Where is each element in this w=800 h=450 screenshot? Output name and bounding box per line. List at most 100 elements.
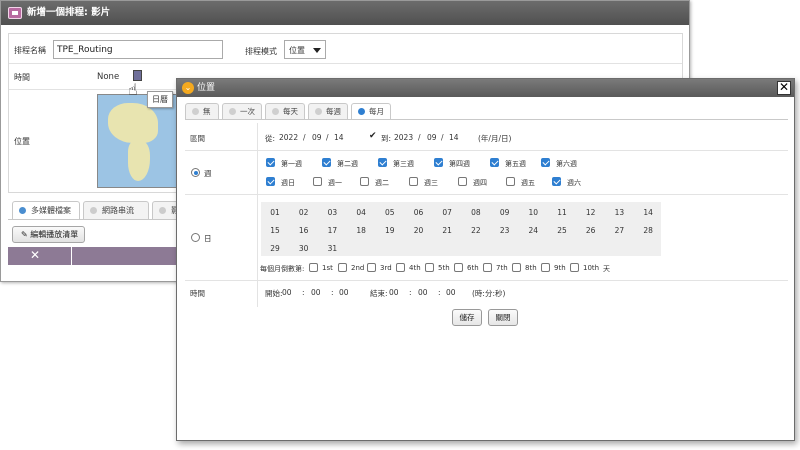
to-year[interactable]: 2023 <box>394 133 413 142</box>
day-cell[interactable]: 07 <box>433 208 461 217</box>
day-cell[interactable]: 26 <box>577 226 605 235</box>
chevron-down-circle-icon[interactable]: ⌄ <box>182 82 194 94</box>
end-second[interactable]: 00 <box>446 288 456 297</box>
day-cell[interactable]: 31 <box>318 244 346 253</box>
day-grid: 01 02 03 04 05 06 07 08 09 10 11 12 13 14 15 16 17 18 19 20… <box>261 202 661 256</box>
day-cell[interactable]: 16 <box>290 226 318 235</box>
week-radio[interactable] <box>191 168 200 177</box>
monday-checkbox[interactable] <box>313 177 322 186</box>
day-cell[interactable]: 22 <box>462 226 490 235</box>
day-cell[interactable]: 14 <box>634 208 662 217</box>
day-cell[interactable]: 10 <box>519 208 547 217</box>
countdown-7-checkbox[interactable] <box>483 263 492 272</box>
start-hour[interactable]: 00 <box>282 288 292 297</box>
day-cell[interactable]: 19 <box>376 226 404 235</box>
day-cell[interactable]: 03 <box>318 208 346 217</box>
window-title: 新增一個排程: 影片 <box>27 7 111 18</box>
countdown-1-checkbox[interactable] <box>309 263 318 272</box>
day-cell[interactable]: 23 <box>491 226 519 235</box>
tab-monthly[interactable]: 每月 <box>351 103 391 120</box>
from-year[interactable]: 2022 <box>279 133 298 142</box>
day-cell[interactable]: 30 <box>290 244 318 253</box>
countdown-2-checkbox[interactable] <box>338 263 347 272</box>
day-cell[interactable]: 17 <box>318 226 346 235</box>
start-minute[interactable]: 00 <box>311 288 321 297</box>
countdown-6-checkbox[interactable] <box>454 263 463 272</box>
countdown-unit: 天 <box>603 265 610 273</box>
to-day[interactable]: 14 <box>449 133 459 142</box>
countdown-8-checkbox[interactable] <box>512 263 521 272</box>
week-2-checkbox[interactable] <box>322 158 331 167</box>
tab-none[interactable]: 無 <box>185 103 219 119</box>
countdown-3-checkbox[interactable] <box>367 263 376 272</box>
radio-dot-icon <box>272 108 279 115</box>
friday-checkbox[interactable] <box>506 177 515 186</box>
mode-select[interactable]: 位置 <box>284 40 326 59</box>
radio-dot-icon <box>19 207 26 214</box>
countdown-5-checkbox[interactable] <box>425 263 434 272</box>
tab-network-stream[interactable]: 網路串流 <box>83 201 149 219</box>
week-4-checkbox[interactable] <box>434 158 443 167</box>
week-3-checkbox[interactable] <box>378 158 387 167</box>
day-cell[interactable]: 09 <box>491 208 519 217</box>
tab-once[interactable]: 一次 <box>222 103 262 119</box>
checkmark-icon[interactable]: ✔ <box>369 131 377 141</box>
date-separator: / <box>441 133 444 142</box>
date-separator: / <box>303 133 306 142</box>
save-button[interactable]: 儲存 <box>452 309 482 326</box>
countdown-6-label: 6th <box>467 264 479 272</box>
x-icon[interactable]: ✕ <box>30 248 40 262</box>
day-cell[interactable]: 02 <box>290 208 318 217</box>
day-cell[interactable]: 04 <box>347 208 375 217</box>
from-month[interactable]: 09 <box>312 133 322 142</box>
tuesday-checkbox[interactable] <box>360 177 369 186</box>
wednesday-checkbox[interactable] <box>409 177 418 186</box>
day-cell[interactable]: 27 <box>605 226 633 235</box>
mode-label: 排程模式 <box>245 47 277 56</box>
countdown-9-checkbox[interactable] <box>541 263 550 272</box>
day-cell[interactable]: 08 <box>462 208 490 217</box>
schedule-name-input[interactable] <box>53 40 223 59</box>
start-second[interactable]: 00 <box>339 288 349 297</box>
day-cell[interactable]: 01 <box>261 208 289 217</box>
edit-playlist-button[interactable]: ✎ 編輯播放清單 <box>12 226 86 243</box>
saturday-checkbox[interactable] <box>552 177 561 186</box>
week-6-checkbox[interactable] <box>541 158 550 167</box>
from-day[interactable]: 14 <box>334 133 344 142</box>
day-cell[interactable]: 13 <box>605 208 633 217</box>
day-radio[interactable] <box>191 233 200 242</box>
sunday-checkbox[interactable] <box>266 177 275 186</box>
day-cell[interactable]: 25 <box>548 226 576 235</box>
close-icon[interactable]: ✕ <box>777 81 791 95</box>
day-cell[interactable]: 12 <box>577 208 605 217</box>
thursday-checkbox[interactable] <box>458 177 467 186</box>
day-cell[interactable]: 24 <box>519 226 547 235</box>
calendar-tooltip: 日曆 <box>147 91 173 108</box>
week-5-checkbox[interactable] <box>490 158 499 167</box>
dialog-title: 位置 <box>197 83 216 93</box>
week-1-checkbox[interactable] <box>266 158 275 167</box>
end-minute[interactable]: 00 <box>418 288 428 297</box>
tab-daily[interactable]: 每天 <box>265 103 305 119</box>
day-cell[interactable]: 18 <box>347 226 375 235</box>
tab-label: 無 <box>203 107 211 116</box>
close-button[interactable]: 關閉 <box>488 309 518 326</box>
day-cell[interactable]: 29 <box>261 244 289 253</box>
day-cell[interactable]: 21 <box>433 226 461 235</box>
day-cell[interactable]: 20 <box>405 226 433 235</box>
countdown-4-checkbox[interactable] <box>396 263 405 272</box>
tab-media-files[interactable]: 多媒體檔案 <box>12 201 80 219</box>
to-label: 到: <box>381 134 392 143</box>
day-cell[interactable]: 28 <box>634 226 662 235</box>
tab-weekly[interactable]: 每週 <box>308 103 348 119</box>
day-cell[interactable]: 05 <box>376 208 404 217</box>
countdown-2-label: 2nd <box>351 264 365 272</box>
day-cell[interactable]: 11 <box>548 208 576 217</box>
countdown-10-checkbox[interactable] <box>570 263 579 272</box>
day-cell[interactable]: 15 <box>261 226 289 235</box>
end-hour[interactable]: 00 <box>389 288 399 297</box>
time-separator: : <box>438 288 441 297</box>
day-cell[interactable]: 06 <box>405 208 433 217</box>
to-month[interactable]: 09 <box>427 133 437 142</box>
time-format-hint: (時:分:秒) <box>472 289 506 298</box>
